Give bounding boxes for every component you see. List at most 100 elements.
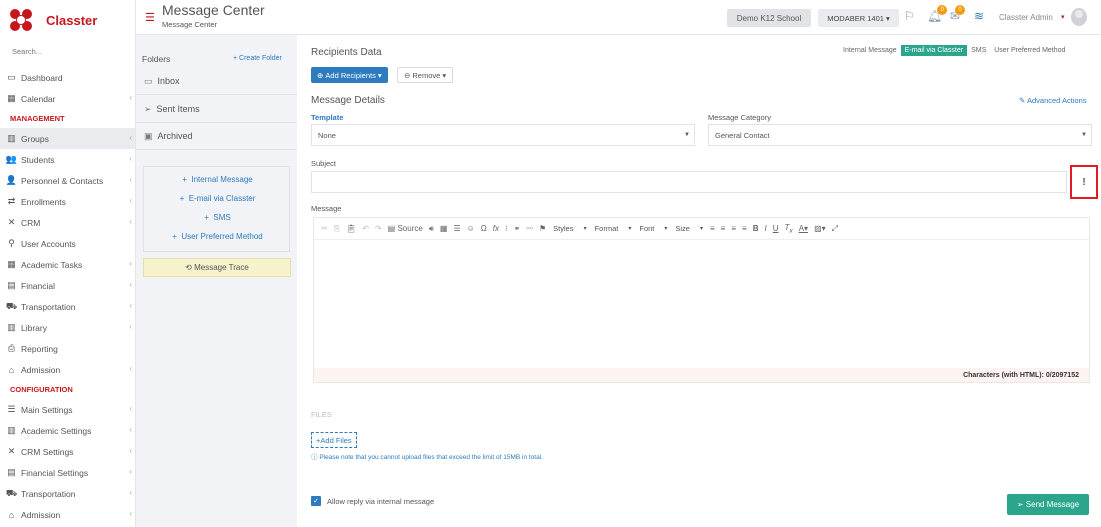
user-caret-icon[interactable]: ▾ bbox=[1061, 13, 1065, 21]
compose-sms[interactable]: + SMS bbox=[144, 213, 291, 222]
undo-icon[interactable]: ↶ bbox=[362, 224, 369, 233]
italic-icon[interactable]: I bbox=[764, 224, 766, 233]
compose-e-mail-via-classter[interactable]: + E-mail via Classter bbox=[144, 194, 291, 203]
pagebreak-icon[interactable]: ⁝ bbox=[505, 224, 508, 233]
school-selector[interactable]: Demo K12 School bbox=[727, 9, 811, 27]
copy-icon[interactable]: ⎘ bbox=[334, 224, 340, 234]
maximize-icon[interactable]: ⤢ bbox=[832, 224, 838, 234]
styles-dropdown[interactable]: Styles ▾ bbox=[553, 224, 586, 233]
logo[interactable]: Classter bbox=[10, 8, 135, 32]
chevron-left-icon: ‹ bbox=[129, 446, 132, 455]
envelope-icon[interactable]: ✉ 0 bbox=[950, 5, 966, 23]
advanced-actions-link[interactable]: ✎ Advanced Actions bbox=[1019, 96, 1087, 105]
editor-body[interactable] bbox=[314, 240, 1089, 368]
sidebar-section-heading: CONFIGURATION bbox=[10, 385, 73, 394]
text-color-icon[interactable]: A▾ bbox=[799, 224, 808, 233]
compose-user-preferred-method[interactable]: + User Preferred Method bbox=[144, 232, 291, 241]
align-center-icon[interactable]: ≡ bbox=[721, 224, 726, 233]
folder-label: Inbox bbox=[157, 76, 180, 86]
subject-input[interactable] bbox=[311, 171, 1067, 193]
sidebar-item-admission[interactable]: ⌂ Admission ‹ bbox=[0, 359, 135, 380]
create-folder-link[interactable]: + Create Folder bbox=[233, 55, 282, 62]
sidebar-item-admission[interactable]: ⌂ Admission ‹ bbox=[0, 504, 135, 525]
bell-icon[interactable]: 🔔︎ 0 bbox=[927, 5, 948, 23]
flag-icon[interactable]: ⚐ bbox=[904, 9, 915, 23]
sidebar-search-input[interactable] bbox=[12, 47, 124, 56]
sidebar-item-crm[interactable]: ✕ CRM ‹ bbox=[0, 212, 135, 233]
sidebar-section-heading: MANAGEMENT bbox=[10, 114, 65, 123]
format-dropdown[interactable]: Format ▾ bbox=[595, 224, 632, 233]
warning-button[interactable]: ! bbox=[1070, 165, 1098, 199]
template-select[interactable]: None ▼ bbox=[311, 124, 695, 146]
sidebar-item-students[interactable]: 👥 Students ‹ bbox=[0, 149, 135, 170]
sidebar-item-groups[interactable]: ▥ Groups ‹ bbox=[0, 128, 135, 149]
layers-icon[interactable]: ≋ bbox=[974, 9, 984, 23]
tab-user-preferred-method[interactable]: User Preferred Method bbox=[990, 45, 1069, 56]
compose-options: + Internal Message + E-mail via Classter +… bbox=[143, 166, 290, 252]
recipients-title: Recipients Data bbox=[311, 47, 382, 58]
page-title: Message Center bbox=[162, 2, 265, 18]
sidebar-item-main-settings[interactable]: ☰ Main Settings ‹ bbox=[0, 399, 135, 420]
link-icon[interactable]: ⚭ bbox=[514, 224, 521, 233]
redo-icon[interactable]: ↷ bbox=[375, 224, 382, 233]
source-button[interactable]: ▤ Source bbox=[388, 224, 423, 233]
tab-sms[interactable]: SMS bbox=[967, 45, 990, 56]
size-dropdown[interactable]: Size ▾ bbox=[675, 224, 703, 233]
add-files-button[interactable]: + Add Files bbox=[311, 432, 357, 448]
sidebar-item-library[interactable]: ▥ Library ‹ bbox=[0, 317, 135, 338]
font-dropdown[interactable]: Font ▾ bbox=[639, 224, 667, 233]
sidebar-item-academic-tasks[interactable]: ▦ Academic Tasks ‹ bbox=[0, 254, 135, 275]
sidebar-item-transportation[interactable]: ⛟ Transportation ‹ bbox=[0, 483, 135, 504]
table-icon[interactable]: ▦ bbox=[440, 224, 448, 233]
unlink-icon[interactable]: ⚯ bbox=[526, 224, 533, 233]
smiley-icon[interactable]: ☺ bbox=[467, 224, 475, 233]
folder-archived[interactable]: ▣ Archived bbox=[136, 123, 297, 150]
folder-inbox[interactable]: ▭ Inbox bbox=[136, 68, 297, 95]
cut-icon[interactable]: ✂ bbox=[321, 224, 328, 233]
send-message-button[interactable]: ➢ Send Message bbox=[1007, 494, 1089, 515]
allow-reply-checkbox[interactable]: ✓ Allow reply via internal message bbox=[311, 496, 434, 506]
tab-internal-message[interactable]: Internal Message bbox=[839, 45, 901, 56]
chevron-down-icon: ▼ bbox=[1081, 132, 1087, 138]
sidebar-item-user-accounts[interactable]: ⚲ User Accounts bbox=[0, 233, 135, 254]
bg-color-icon[interactable]: ▨▾ bbox=[814, 224, 826, 233]
add-recipients-button[interactable]: ⊕ Add Recipients ▾ bbox=[311, 67, 388, 83]
audio-icon[interactable]: 🔊︎ bbox=[429, 224, 434, 234]
clear-format-icon[interactable]: Tx bbox=[784, 223, 792, 235]
sliders-icon: ☰ bbox=[7, 404, 16, 414]
sidebar-item-academic-settings[interactable]: ▥ Academic Settings ‹ bbox=[0, 420, 135, 441]
folder-sent-items[interactable]: ➢ Sent Items bbox=[136, 96, 297, 123]
tab-e-mail-via-classter[interactable]: E-mail via Classter bbox=[900, 45, 968, 56]
sidebar-item-enrollments[interactable]: ⇄ Enrollments ‹ bbox=[0, 191, 135, 212]
sidebar-item-personnel-contacts[interactable]: 👤 Personnel & Contacts ‹ bbox=[0, 170, 135, 191]
align-justify-icon[interactable]: ≡ bbox=[742, 224, 747, 233]
year-selector[interactable]: MODABER 1401 ▾ bbox=[818, 9, 899, 27]
align-left-icon[interactable]: ≡ bbox=[710, 224, 715, 233]
avatar[interactable] bbox=[1071, 8, 1087, 26]
category-select[interactable]: General Contact ▼ bbox=[708, 124, 1092, 146]
remove-button[interactable]: ⊖ Remove ▾ bbox=[397, 67, 454, 83]
omega-icon[interactable]: Ω bbox=[481, 224, 487, 233]
sidebar-item-dashboard[interactable]: ▭ Dashboard bbox=[0, 67, 135, 88]
menu-toggle-icon[interactable]: ☰ bbox=[145, 11, 155, 24]
chevron-left-icon: ‹ bbox=[129, 217, 132, 226]
anchor-flag-icon[interactable]: ⚑ bbox=[539, 224, 546, 233]
underline-icon[interactable]: U bbox=[773, 224, 779, 233]
sidebar-item-calendar[interactable]: ▦ Calendar ‹ bbox=[0, 88, 135, 109]
sidebar-item-transportation[interactable]: ⛟ Transportation ‹ bbox=[0, 296, 135, 317]
sidebar-item-reporting[interactable]: ⎙ Reporting bbox=[0, 338, 135, 359]
bold-icon[interactable]: B bbox=[753, 224, 759, 233]
send-message-label: Send Message bbox=[1025, 500, 1080, 509]
message-trace-button[interactable]: ⟲ Message Trace bbox=[143, 258, 291, 277]
paste-icon[interactable]: 📋︎ bbox=[346, 224, 356, 233]
hr-icon[interactable]: ☰ bbox=[453, 224, 460, 233]
sidebar-item-crm-settings[interactable]: ✕ CRM Settings ‹ bbox=[0, 441, 135, 462]
sidebar-item-label: Dashboard bbox=[21, 72, 63, 83]
sidebar-item-financial-settings[interactable]: ▤ Financial Settings ‹ bbox=[0, 462, 135, 483]
category-label: Message Category bbox=[708, 113, 771, 122]
sidebar-item-financial[interactable]: ▤ Financial ‹ bbox=[0, 275, 135, 296]
formula-icon[interactable]: fx bbox=[493, 224, 499, 233]
align-right-icon[interactable]: ≡ bbox=[731, 224, 736, 233]
user-name[interactable]: Classter Admin bbox=[999, 13, 1053, 22]
compose-internal-message[interactable]: + Internal Message bbox=[144, 175, 291, 184]
